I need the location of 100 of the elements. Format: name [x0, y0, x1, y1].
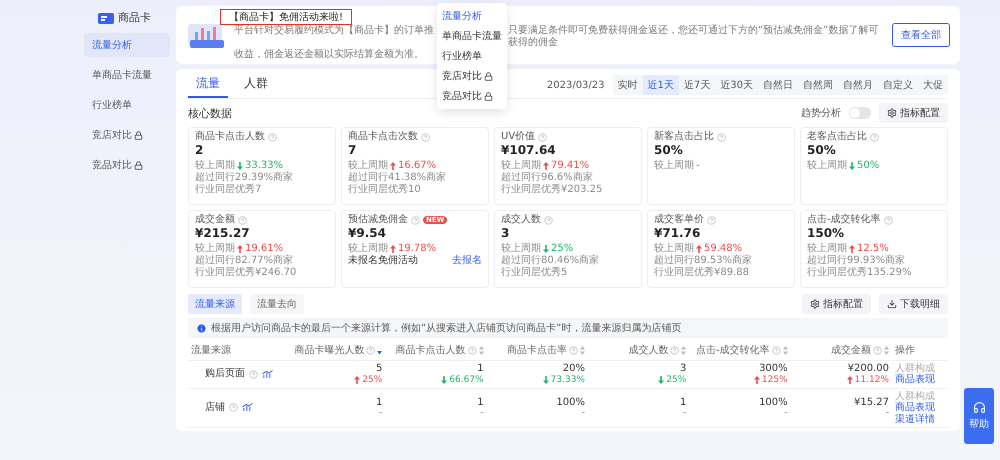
- source-name: 购后页面: [205, 368, 245, 380]
- benchmark-text: 行业同层优秀¥203.25: [501, 184, 604, 196]
- metric-label: 点击-成交转化率: [807, 214, 881, 226]
- menu-item[interactable]: 行业榜单: [437, 46, 507, 66]
- metric-config-button[interactable]: 指标配置: [802, 294, 871, 314]
- period-tab[interactable]: 近30天: [715, 75, 758, 95]
- benchmark-text: 行业同层优秀135.29%: [807, 267, 912, 280]
- help-icon[interactable]: [873, 346, 882, 356]
- period-tab[interactable]: 近1天: [642, 75, 679, 95]
- help-button[interactable]: 帮助: [964, 388, 994, 444]
- help-icon[interactable]: [707, 216, 716, 224]
- benchmark-text: 超过同行82.77%商家: [195, 255, 294, 266]
- signup-link[interactable]: 去报名: [452, 255, 482, 268]
- help-icon[interactable]: [884, 216, 893, 224]
- change-value: 73.33%: [550, 374, 585, 385]
- change-value: -: [582, 408, 585, 419]
- metric-config-button[interactable]: 指标配置: [879, 103, 948, 123]
- tab[interactable]: 流量: [188, 72, 228, 98]
- menu-item[interactable]: 行业榜单: [84, 93, 170, 117]
- compare-label: 较上周期: [807, 160, 847, 172]
- compare-label: 较上周期: [195, 243, 235, 254]
- benchmark-text: 超过同行41.38%商家: [348, 172, 448, 184]
- download-button[interactable]: 下载明细: [879, 294, 948, 314]
- compare-delta: 79.41%: [551, 160, 590, 172]
- help-icon[interactable]: [569, 346, 578, 356]
- period-tab[interactable]: 自然月: [838, 75, 878, 95]
- change-value: -: [784, 408, 788, 419]
- help-icon[interactable]: [238, 216, 247, 224]
- compare-delta: 19.78%: [398, 243, 436, 255]
- banner-text: 只要满足条件即可免费获得佣金返还，您还可通过下方的“预估减免佣金”数据了解可获得的佣金: [508, 25, 880, 49]
- table-cell: 20%: [562, 363, 585, 375]
- trend-chart-icon[interactable]: [242, 403, 253, 412]
- change-value: -: [379, 408, 382, 419]
- metric-value: ¥107.64: [501, 143, 557, 158]
- column-header: 商品卡曝光人数: [294, 345, 364, 356]
- benchmark-text: 超过同行80.46%商家: [501, 255, 600, 266]
- tab[interactable]: 人群: [236, 72, 276, 98]
- compare-label: 较上周期: [654, 243, 694, 254]
- compare-delta: 16.67%: [398, 160, 436, 172]
- column-header: 操作: [895, 345, 915, 356]
- help-icon[interactable]: [421, 132, 430, 142]
- compare-delta: -: [696, 160, 700, 172]
- menu-item[interactable]: 流量分析: [437, 6, 507, 26]
- change-value: 25%: [362, 374, 382, 385]
- change-value: 125%: [762, 374, 788, 385]
- period-tab[interactable]: 近7天: [678, 75, 716, 95]
- help-icon[interactable]: [717, 132, 726, 142]
- trend-toggle[interactable]: [849, 107, 871, 119]
- metric-label: UV价值: [501, 131, 536, 143]
- logo-text: 商品卡: [118, 10, 151, 25]
- help-icon[interactable]: [772, 346, 781, 356]
- table-cell: 3: [680, 363, 686, 375]
- gear-icon: [887, 108, 897, 118]
- change-value: -: [480, 408, 484, 419]
- help-icon[interactable]: [411, 216, 420, 224]
- help-icon[interactable]: [268, 132, 277, 142]
- period-tab[interactable]: 实时: [612, 75, 643, 95]
- change-value: 25%: [666, 374, 686, 385]
- table-cell: 1: [376, 396, 382, 408]
- benchmark-text: 超过同行89.53%商家: [654, 255, 754, 266]
- column-header: 成交金额: [831, 345, 871, 356]
- help-icon[interactable]: [870, 132, 879, 142]
- help-icon[interactable]: [249, 370, 258, 378]
- help-icon[interactable]: [670, 346, 680, 356]
- metric-label: 预估减免佣金: [348, 214, 408, 226]
- benchmark-text: 超过同行99.93%商家: [807, 255, 906, 266]
- metric-label: 老客点击占比: [807, 131, 867, 143]
- benchmark-text: 行业同层优秀5: [501, 267, 568, 280]
- flow-tab[interactable]: 流量去向: [250, 294, 304, 314]
- menu-item[interactable]: 竞店对比: [437, 66, 507, 86]
- help-icon[interactable]: [468, 346, 477, 356]
- period-tab[interactable]: 自然周: [798, 75, 838, 95]
- flow-tab[interactable]: 流量来源: [188, 294, 242, 314]
- metric-label: 成交人数: [501, 214, 541, 226]
- action-link[interactable]: 商品表现: [895, 374, 935, 386]
- benchmark-text: 行业同层优秀10: [348, 184, 422, 196]
- menu-item[interactable]: 流量分析: [84, 33, 170, 57]
- help-icon[interactable]: [229, 403, 238, 412]
- menu-item[interactable]: 竞品对比: [84, 153, 170, 177]
- menu-item[interactable]: 竞品对比: [437, 86, 507, 106]
- menu-item[interactable]: 竞店对比: [84, 123, 170, 147]
- menu-item[interactable]: 单商品卡流量: [84, 63, 170, 87]
- banner-text: 平台针对交易履约模式为【商品卡】的订单推: [234, 25, 434, 37]
- gear-icon: [810, 299, 820, 309]
- period-tab[interactable]: 自然日: [758, 75, 798, 95]
- info-icon: [196, 322, 207, 334]
- period-tab[interactable]: 自定义: [878, 75, 918, 95]
- help-icon[interactable]: [538, 132, 548, 142]
- period-tab[interactable]: 大促: [918, 75, 948, 95]
- action-link[interactable]: 商品表现: [895, 402, 935, 414]
- column-header: 商品卡点击率: [507, 345, 567, 356]
- menu-item[interactable]: 单商品卡流量: [437, 26, 507, 46]
- banner-text: 收益，佣金返还金额以实际结算金额为准。: [234, 49, 424, 61]
- compare-label: 较上周期: [348, 160, 388, 172]
- compare-delta: 25%: [551, 243, 574, 256]
- view-all-button[interactable]: 查看全部: [892, 23, 950, 47]
- change-value: -: [683, 408, 686, 419]
- action-link[interactable]: 渠道详情: [895, 414, 935, 425]
- trend-chart-icon[interactable]: [262, 370, 273, 378]
- help-icon[interactable]: [544, 216, 553, 224]
